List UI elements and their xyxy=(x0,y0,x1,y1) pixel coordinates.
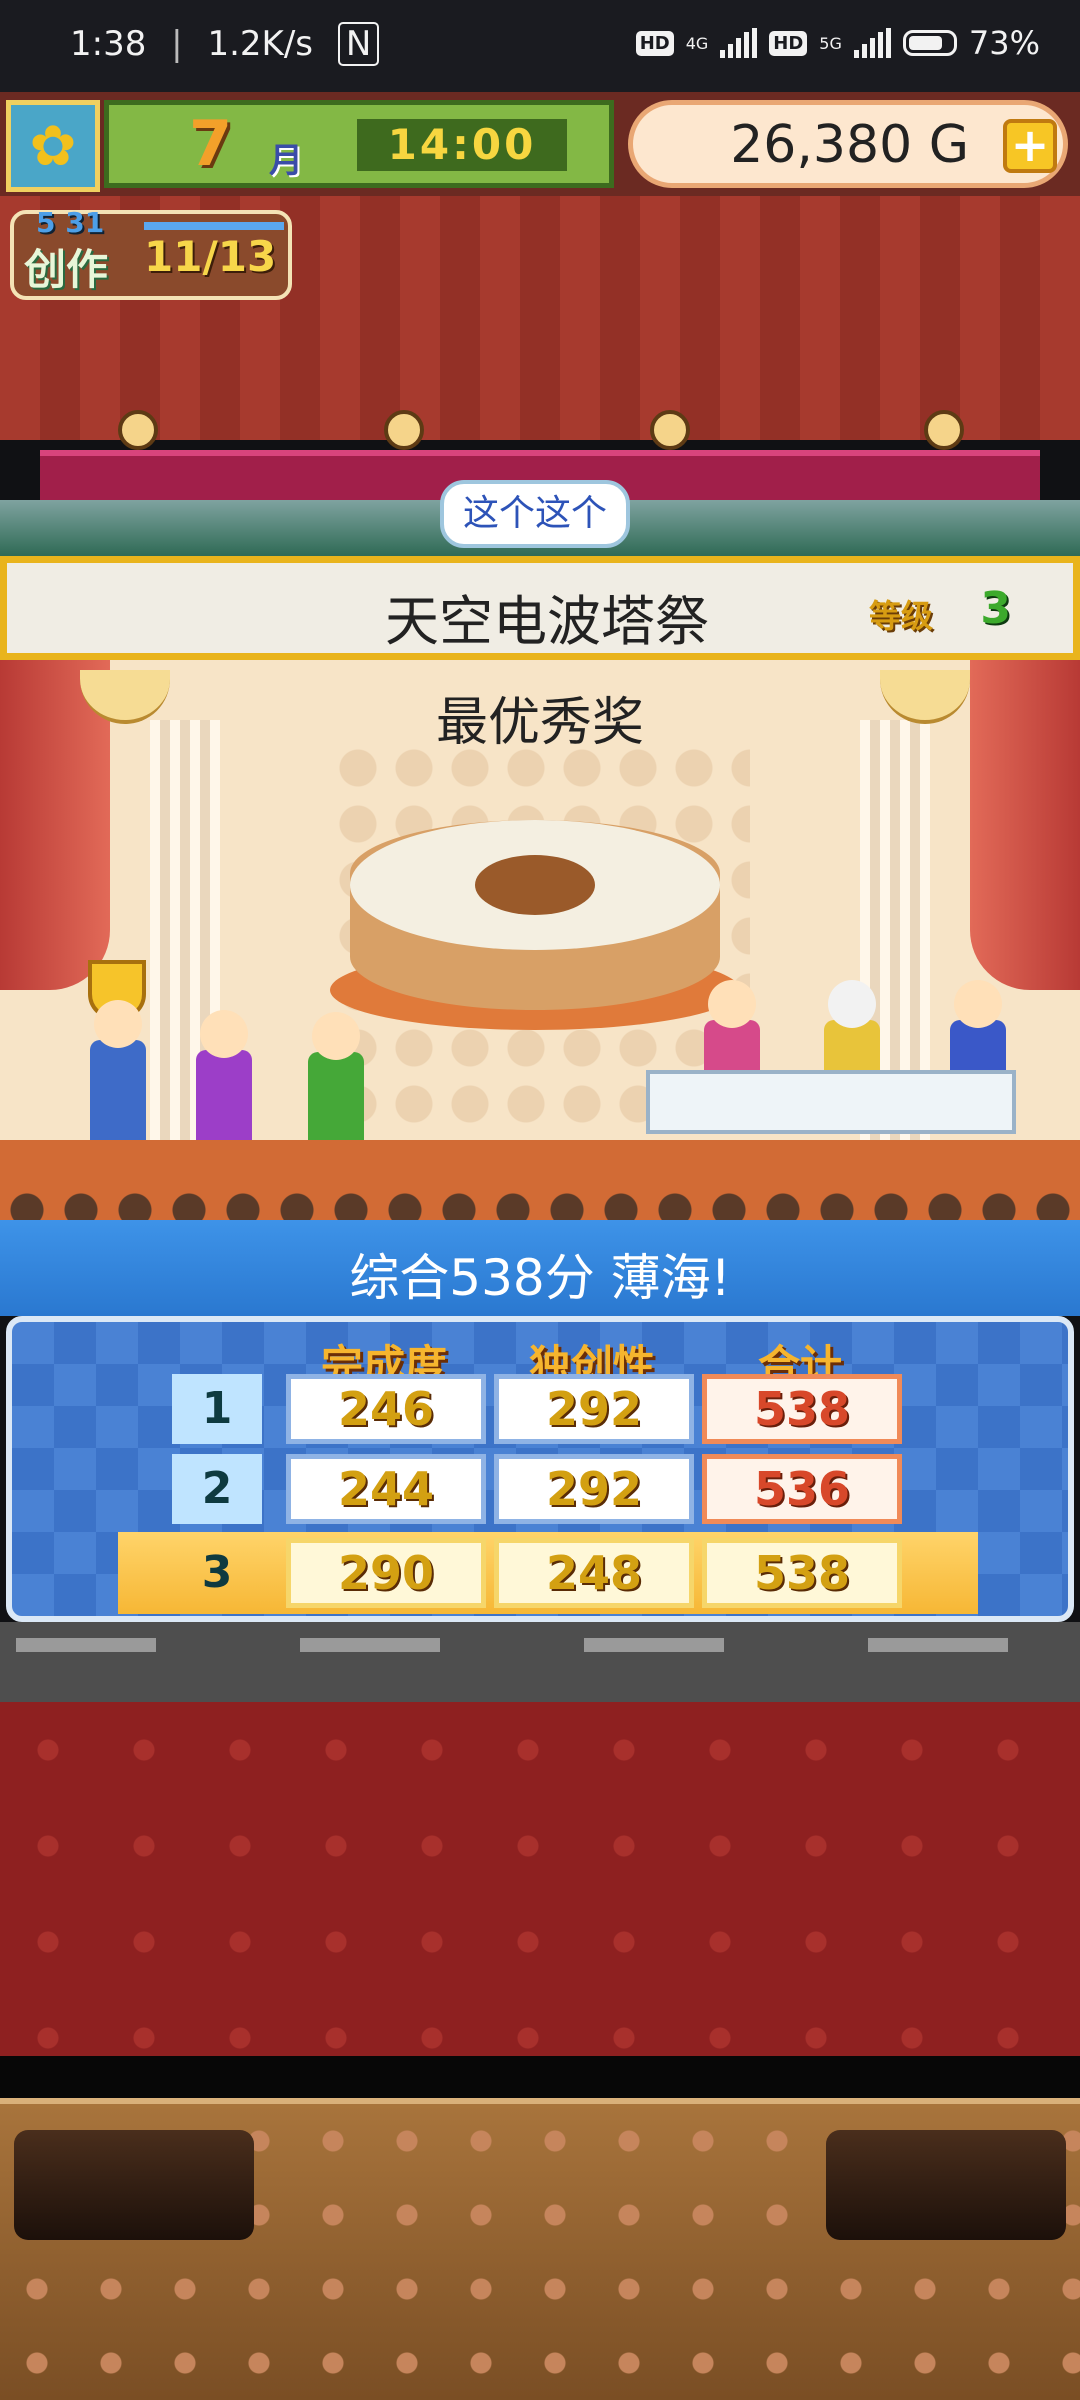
row-originality: 292 xyxy=(494,1454,694,1524)
row-total: 538 xyxy=(702,1538,902,1608)
money-unit: G xyxy=(928,115,969,175)
separator xyxy=(0,2056,1080,2098)
audience-crowd xyxy=(0,1190,1080,1220)
cake-image xyxy=(330,780,740,1030)
character-staff xyxy=(196,1010,252,1150)
stage-lamp xyxy=(384,410,424,450)
status-right: HD 4G HD 5G 73% xyxy=(635,24,1040,62)
right-panel-button[interactable] xyxy=(826,2130,1066,2240)
character-chef xyxy=(90,1000,146,1150)
score-summary: 综合538分 薄海! xyxy=(349,1249,731,1307)
empty-panel-area xyxy=(0,1702,1080,2056)
rank-label: 等级 xyxy=(868,597,933,635)
date-time-bar: 7 月 14:00 xyxy=(104,100,614,188)
project-date: 5 31 xyxy=(36,206,105,239)
progress-line xyxy=(144,222,284,230)
status-speed: 1.2K/s xyxy=(207,24,313,64)
money-bar: 26,380 G + xyxy=(628,100,1068,188)
signal-icon xyxy=(720,28,758,58)
award-name: 最优秀奖 xyxy=(435,693,644,753)
month-number: 7 xyxy=(189,107,233,180)
battery-level: 73% xyxy=(968,24,1040,62)
net-label-4g: 4G xyxy=(685,33,709,53)
signal-icon-2 xyxy=(853,28,891,58)
add-money-button[interactable]: + xyxy=(1003,119,1057,173)
row-completion: 244 xyxy=(286,1454,486,1524)
row-completion: 246 xyxy=(286,1374,486,1444)
hd-icon-2: HD xyxy=(769,30,808,56)
bottom-panel xyxy=(0,2098,1080,2400)
game-hud: ✿ 7 月 14:00 26,380 G + xyxy=(0,92,1080,196)
award-hall-scene: 最优秀奖 xyxy=(0,660,1080,1220)
row-originality: 292 xyxy=(494,1374,694,1444)
sunflower-icon[interactable]: ✿ xyxy=(6,100,100,192)
stage-lamp xyxy=(924,410,964,450)
project-progress: 11/13 xyxy=(144,232,277,281)
divider-strip xyxy=(0,1622,1080,1702)
game-clock: 14:00 xyxy=(357,119,567,171)
row-total: 538 xyxy=(702,1374,902,1444)
row-rank: 1 xyxy=(172,1374,262,1444)
left-panel-button[interactable] xyxy=(14,2130,254,2240)
battery-icon xyxy=(902,30,957,56)
row-originality: 248 xyxy=(494,1538,694,1608)
status-left: 1:38 | 1.2K/s N xyxy=(70,22,393,66)
row-rank: 2 xyxy=(172,1454,262,1524)
row-rank: 3 xyxy=(201,1547,233,1598)
judge-table xyxy=(646,1070,1016,1134)
character-staff xyxy=(308,1012,364,1150)
project-badge[interactable]: 5 31 创作 11/13 xyxy=(10,206,292,300)
score-summary-bar: 综合538分 薄海! xyxy=(0,1220,1080,1316)
money-display: 26,380 G xyxy=(730,115,969,175)
status-time: 1:38 xyxy=(70,24,147,64)
status-bar: 1:38 | 1.2K/s N HD 4G HD 5G 73% xyxy=(0,0,1080,92)
game-screen: { "status_bar": { "time": "1:38", "speed… xyxy=(0,0,1080,2400)
row-total: 536 xyxy=(702,1454,902,1524)
month-label: 月 xyxy=(269,141,303,181)
money-amount: 26,380 xyxy=(730,115,913,175)
score-table: 完成度 独创性 合计 1 246 292 538 2 244 292 536 3… xyxy=(6,1316,1074,1622)
stage-lamp xyxy=(650,410,690,450)
stage-lamp xyxy=(118,410,158,450)
hd-icon: HD xyxy=(635,30,674,56)
row-completion: 290 xyxy=(286,1538,486,1608)
speech-bubble: 这个这个 xyxy=(440,480,630,548)
event-title-bar: 天空电波塔祭 等级 3 xyxy=(0,556,1080,660)
rank-value: 3 xyxy=(980,583,1011,634)
project-label: 创作 xyxy=(24,245,109,294)
net-label-5g: 5G xyxy=(819,33,842,53)
nfc-icon: N xyxy=(337,22,380,66)
